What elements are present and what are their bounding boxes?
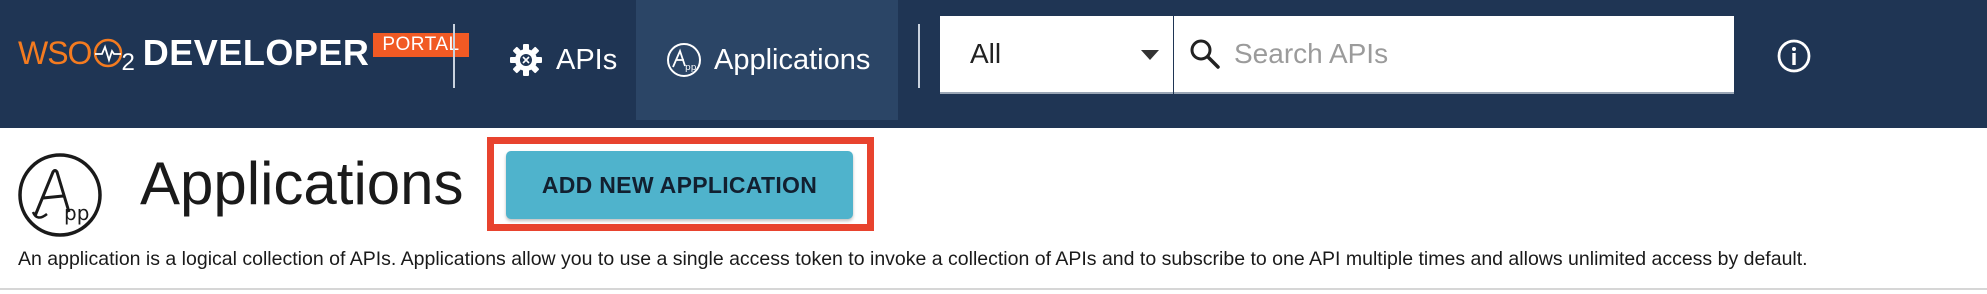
- svg-text:pp: pp: [685, 63, 697, 73]
- svg-text:pp: pp: [64, 201, 89, 225]
- nav-item-apis[interactable]: APIs: [484, 0, 636, 120]
- info-icon: [1777, 39, 1811, 73]
- search-filter-select[interactable]: All: [940, 16, 1173, 94]
- nav-item-apis-label: APIs: [556, 43, 618, 76]
- wso2-logo[interactable]: WSO 2 DEVELOPER PORTAL: [18, 28, 469, 78]
- info-button[interactable]: [1776, 38, 1812, 79]
- page-title: Applications: [140, 150, 464, 217]
- search-input[interactable]: [1232, 37, 1706, 71]
- gear-icon: [510, 44, 542, 76]
- top-navigation-bar: WSO 2 DEVELOPER PORTAL APIs pp Applicati…: [0, 0, 1987, 128]
- logo-two-text: 2: [121, 49, 135, 76]
- add-new-application-button[interactable]: ADD NEW APPLICATION: [506, 151, 853, 219]
- nav-divider: [918, 24, 920, 88]
- search-icon: [1190, 39, 1220, 69]
- logo-wso-text: WSO: [18, 34, 92, 71]
- nav-divider: [453, 24, 455, 88]
- nav-item-applications-label: Applications: [714, 43, 871, 76]
- divider: [0, 288, 1987, 290]
- logo-pulse-icon: [93, 38, 123, 68]
- nav-item-applications[interactable]: pp Applications: [636, 0, 898, 120]
- search-box: [1174, 16, 1734, 94]
- search-filter-value: All: [970, 38, 1002, 69]
- app-icon: pp: [667, 43, 701, 77]
- page-description: An application is a logical collection o…: [18, 248, 1808, 270]
- caret-down-icon: [1141, 50, 1159, 60]
- app-logo-icon: pp: [18, 153, 102, 237]
- applications-logo: pp: [17, 152, 103, 243]
- logo-developer-text: DEVELOPER: [142, 32, 370, 73]
